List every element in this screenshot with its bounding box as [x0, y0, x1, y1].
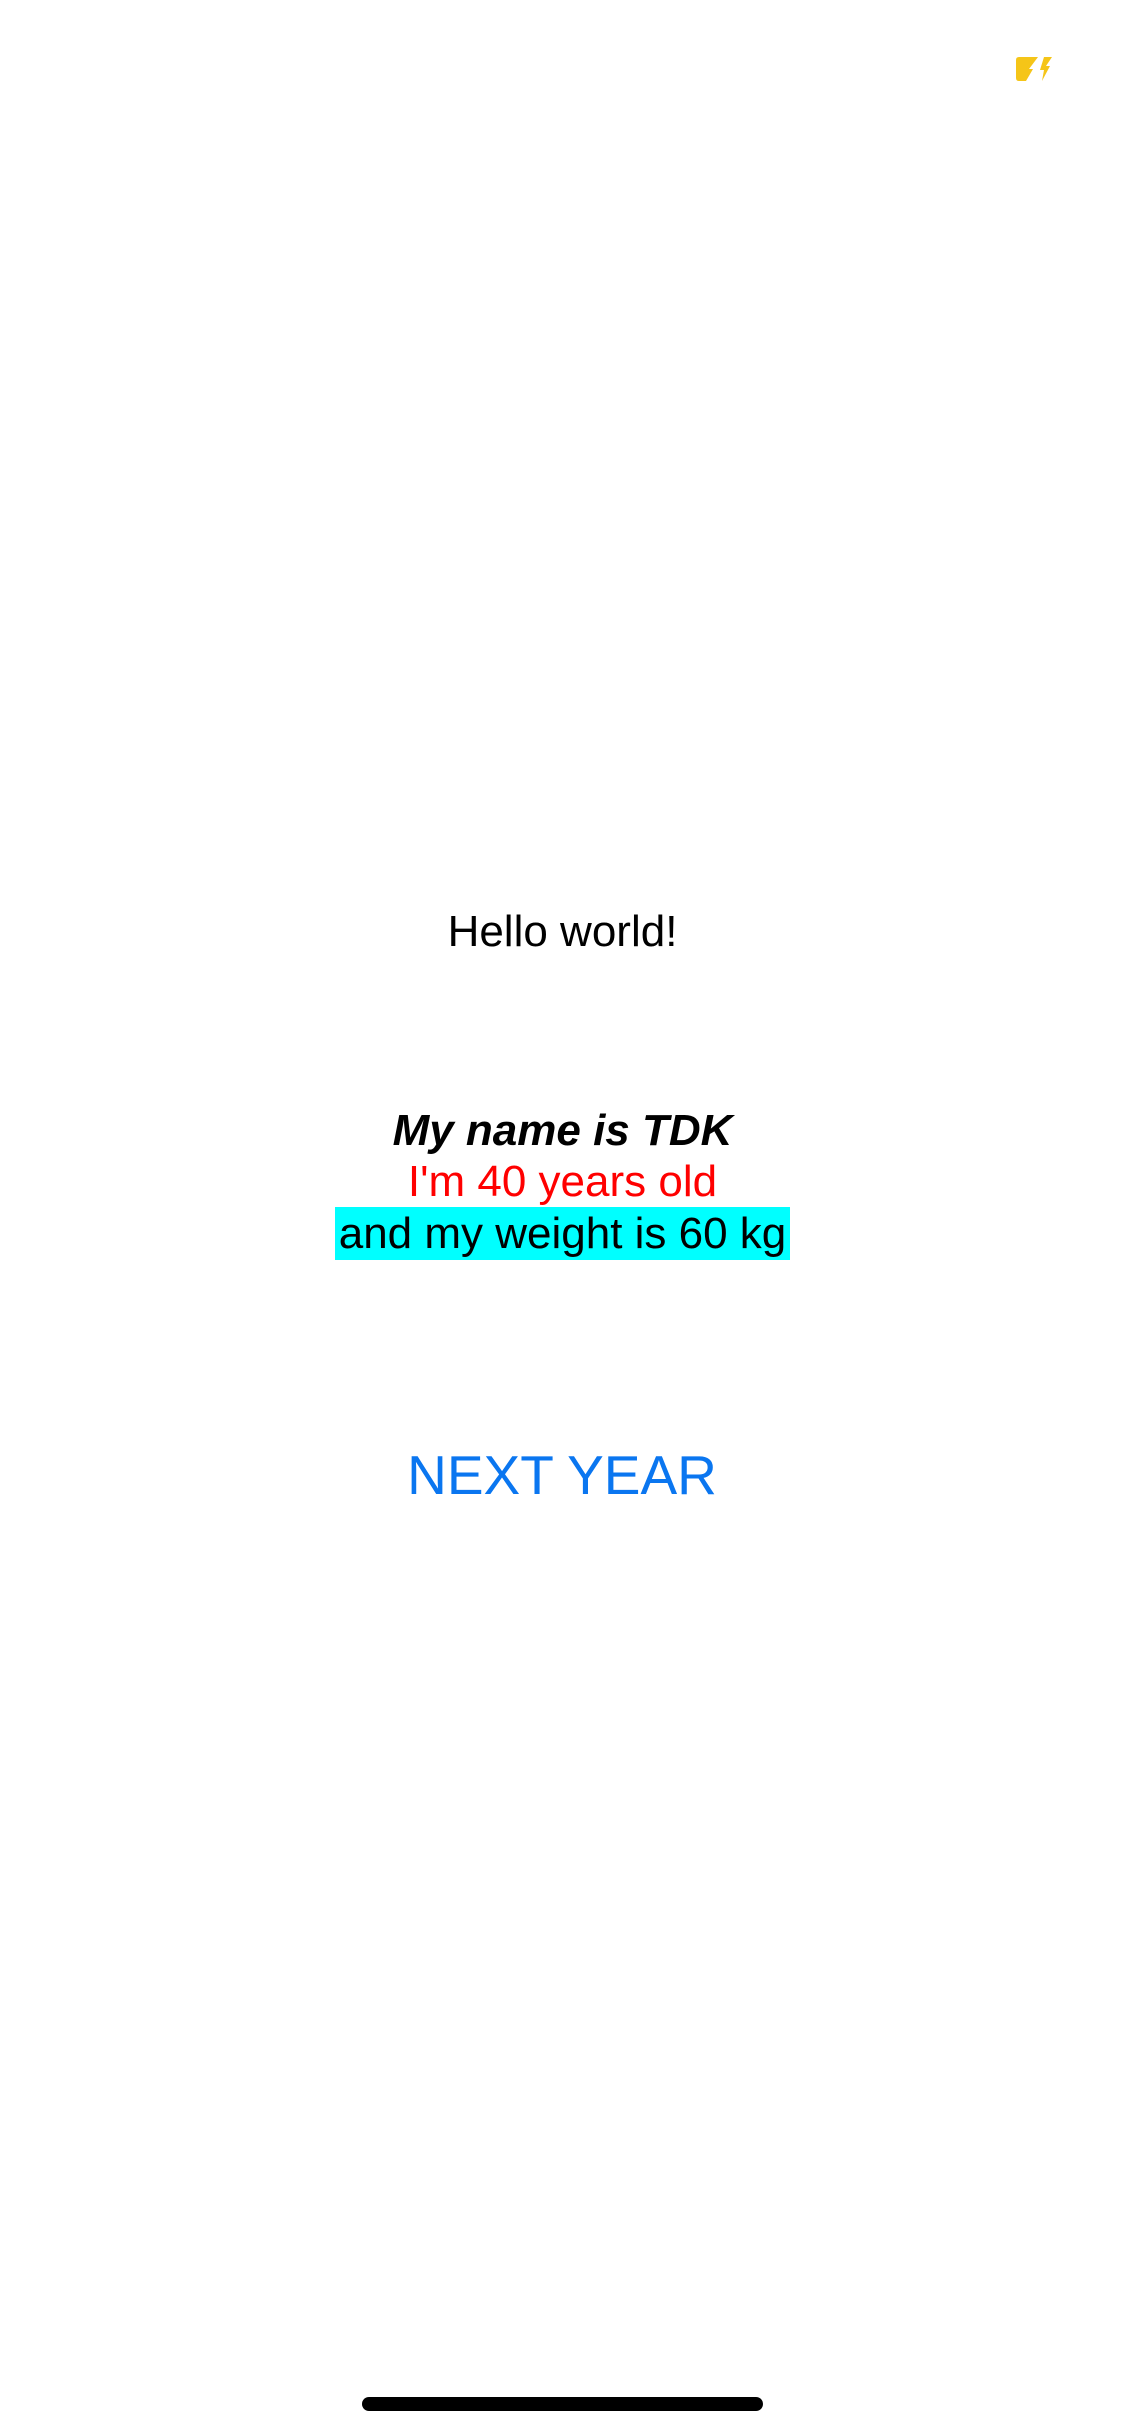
- info-block: My name is TDK I'm 40 years old and my w…: [0, 1105, 1125, 1260]
- app-screen: Hello world! My name is TDK I'm 40 years…: [0, 0, 1125, 2436]
- age-text: I'm 40 years old: [407, 1157, 718, 1206]
- home-indicator[interactable]: [362, 2397, 763, 2411]
- next-year-button[interactable]: NEXT YEAR: [362, 1435, 762, 1515]
- charging-indicator-icon: [1014, 56, 1058, 82]
- greeting-text: Hello world!: [447, 907, 678, 956]
- name-text: My name is TDK: [392, 1106, 733, 1155]
- weight-text: and my weight is 60 kg: [334, 1207, 791, 1260]
